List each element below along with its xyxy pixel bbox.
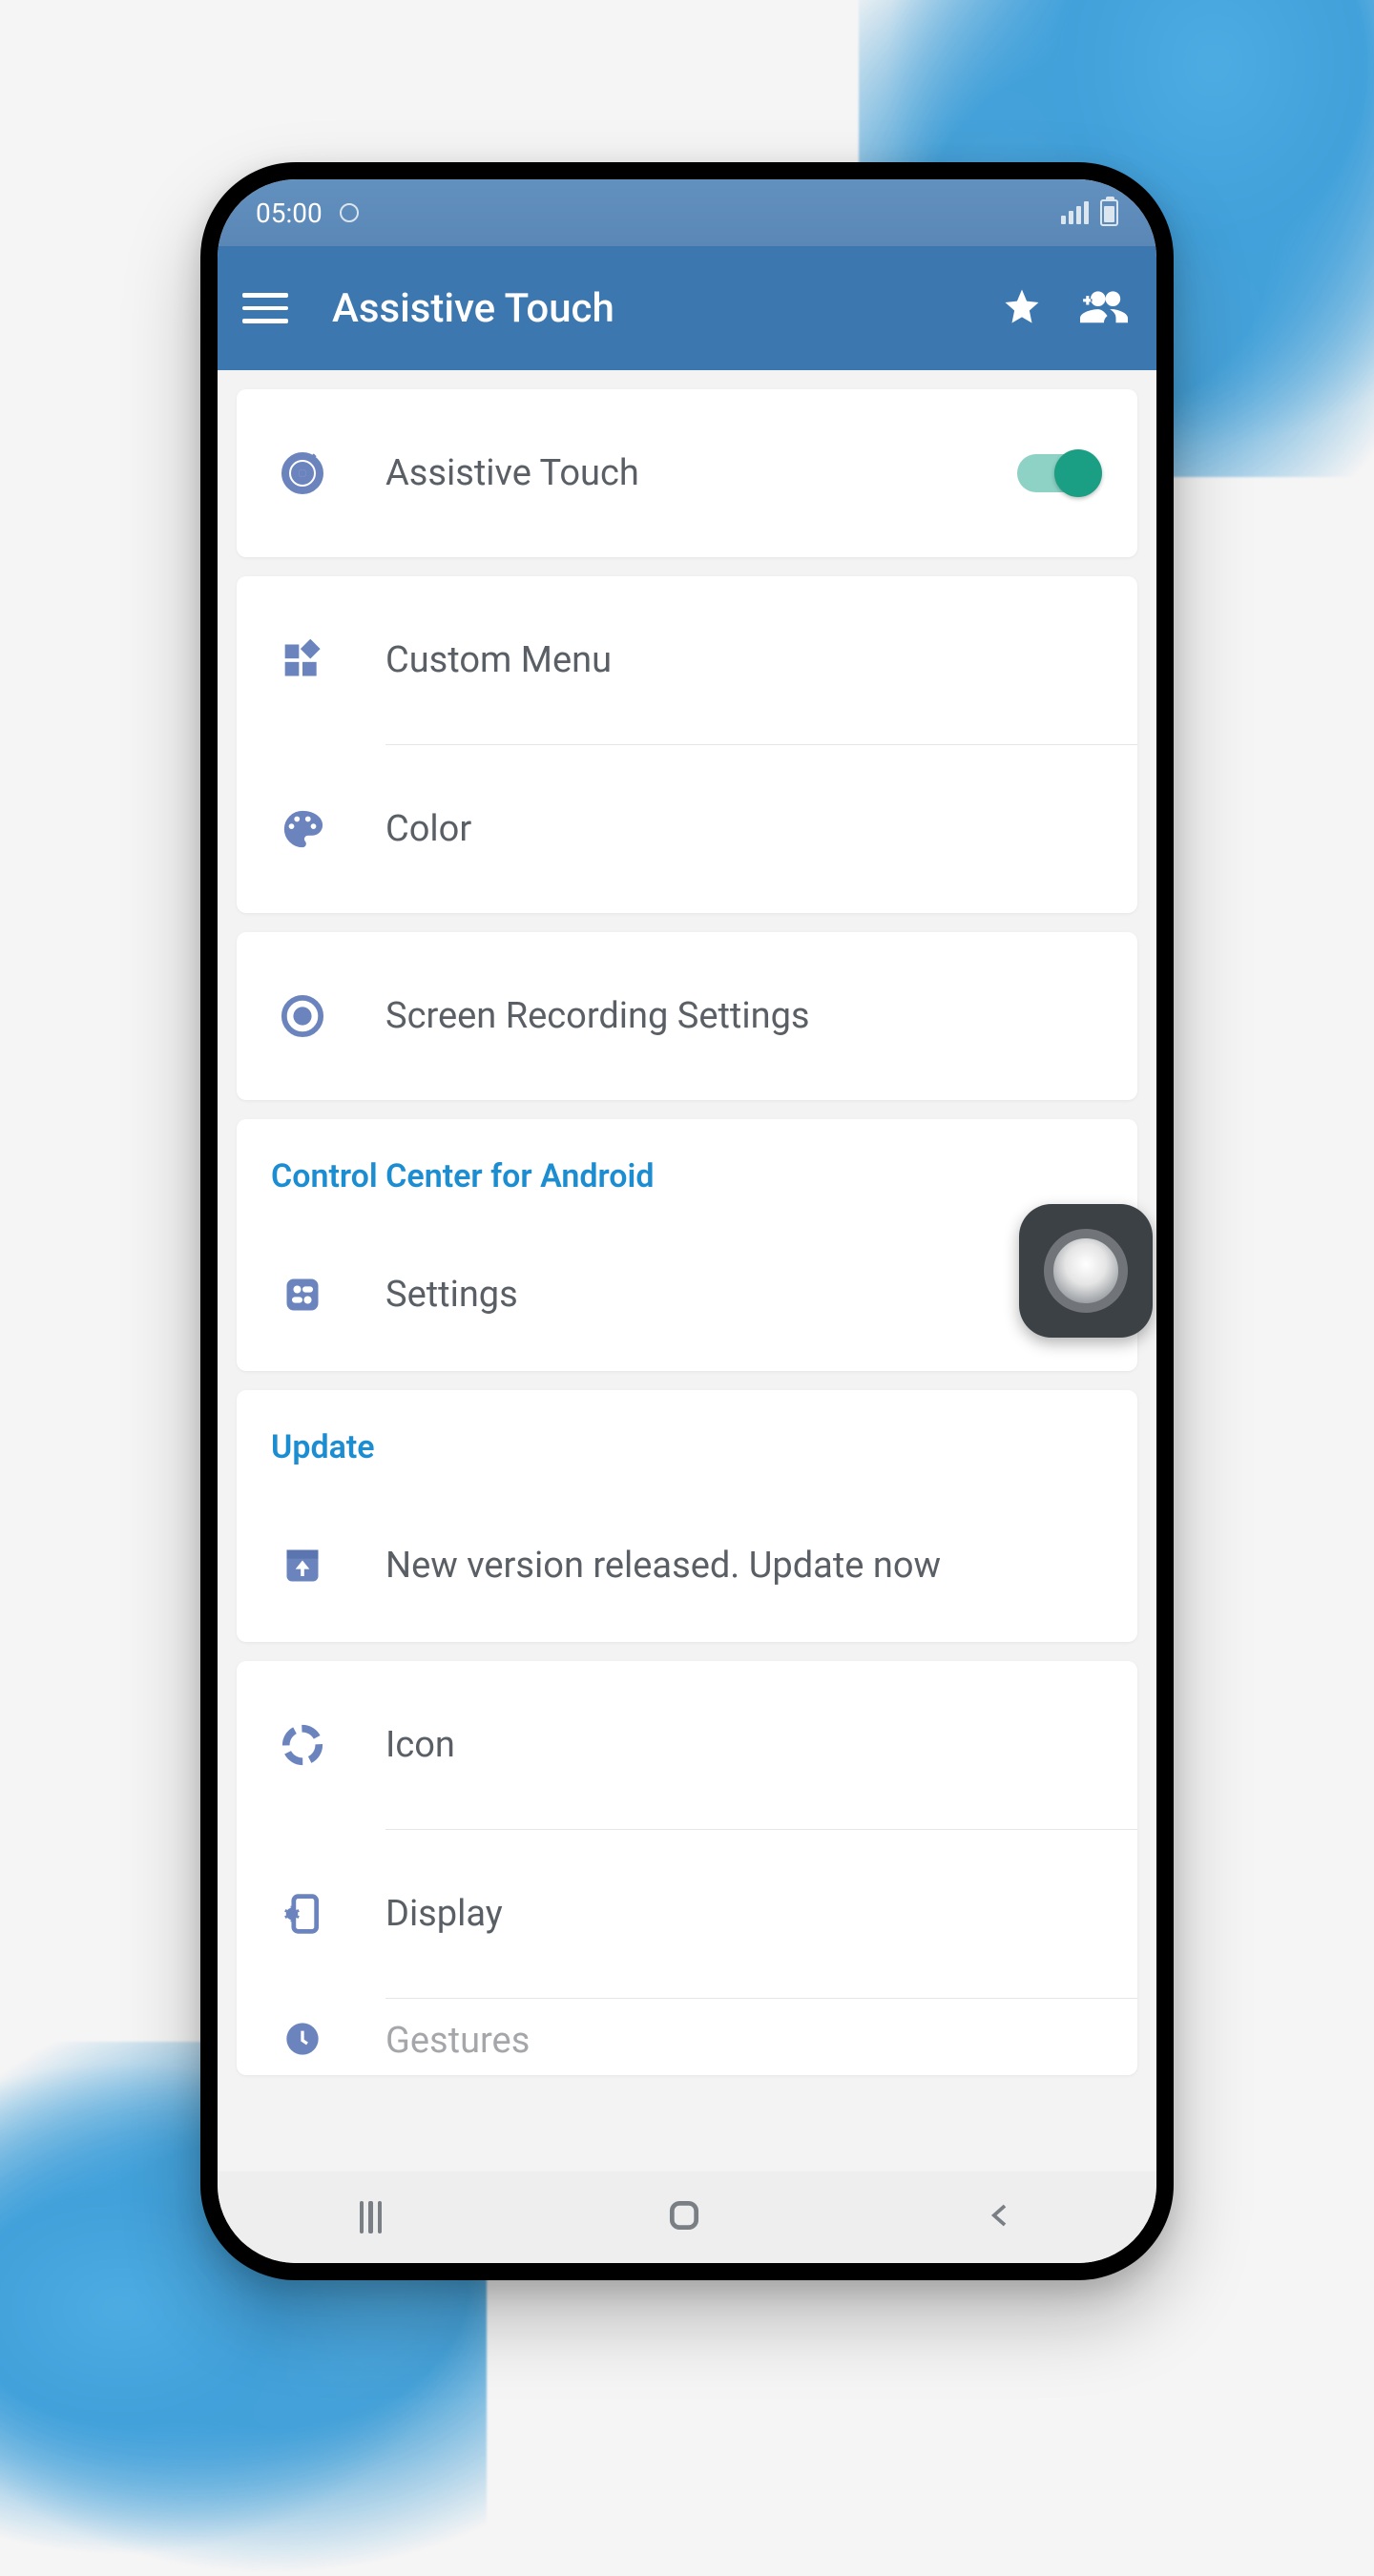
record-icon [275,994,330,1038]
color-label: Color [385,808,1099,850]
row-color[interactable]: Color [237,745,1137,913]
app-bar: Assistive Touch [218,246,1156,370]
card-control-center: Control Center for Android Settings [237,1119,1137,1371]
palette-icon [275,807,330,851]
phone-frame: 05:00 Assistive Touch [200,162,1174,2280]
icon-label: Icon [385,1724,1099,1766]
status-bar: 05:00 [218,179,1156,246]
custom-menu-label: Custom Menu [385,639,1099,681]
archive-up-icon [275,1545,330,1587]
row-gestures[interactable]: Gestures [237,1999,1137,2075]
star-icon[interactable] [1002,286,1042,330]
toggles-icon [275,1274,330,1316]
assistive-touch-floating-button[interactable] [1019,1204,1153,1338]
target-icon [275,450,330,496]
status-circle-icon [340,203,359,222]
screen-recording-label: Screen Recording Settings [385,995,1099,1037]
update-label: New version released. Update now [385,1545,1099,1587]
card-appearance: Custom Menu Color [237,576,1137,913]
card-update: Update New version released. Update now [237,1390,1137,1642]
menu-icon[interactable] [239,281,292,335]
content-area[interactable]: Assistive Touch Custom Menu Colo [218,370,1156,2171]
back-button[interactable] [986,2197,1014,2237]
battery-icon [1100,199,1118,226]
assistive-touch-label: Assistive Touch [385,452,1017,494]
gestures-icon [275,2020,330,2058]
assistive-touch-toggle[interactable] [1017,454,1099,492]
row-update[interactable]: New version released. Update now [237,1489,1137,1642]
gestures-label: Gestures [385,2020,1099,2062]
row-display[interactable]: Display [237,1830,1137,1998]
display-label: Display [385,1893,1099,1935]
settings-label: Settings [385,1274,1099,1316]
signal-icon [1061,201,1089,224]
phone-gear-icon [275,1893,330,1935]
status-time: 05:00 [256,197,323,229]
add-users-icon[interactable] [1080,289,1128,327]
circle-dash-icon [275,1723,330,1767]
card-assistive-touch: Assistive Touch [237,389,1137,557]
app-title: Assistive Touch [332,285,1002,332]
recents-button[interactable] [360,2201,383,2233]
row-custom-menu[interactable]: Custom Menu [237,576,1137,744]
widgets-icon [275,639,330,681]
home-button[interactable] [666,2197,702,2237]
row-assistive-touch[interactable]: Assistive Touch [237,389,1137,557]
phone-screen: 05:00 Assistive Touch [218,179,1156,2263]
row-settings[interactable]: Settings [237,1218,1137,1371]
card-screen-recording: Screen Recording Settings [237,932,1137,1100]
control-center-section-title: Control Center for Android [237,1119,1137,1218]
update-section-title: Update [237,1390,1137,1489]
row-icon[interactable]: Icon [237,1661,1137,1829]
row-screen-recording[interactable]: Screen Recording Settings [237,932,1137,1100]
card-display-group: Icon Display Gestures [237,1661,1137,2075]
android-nav-bar [218,2171,1156,2263]
